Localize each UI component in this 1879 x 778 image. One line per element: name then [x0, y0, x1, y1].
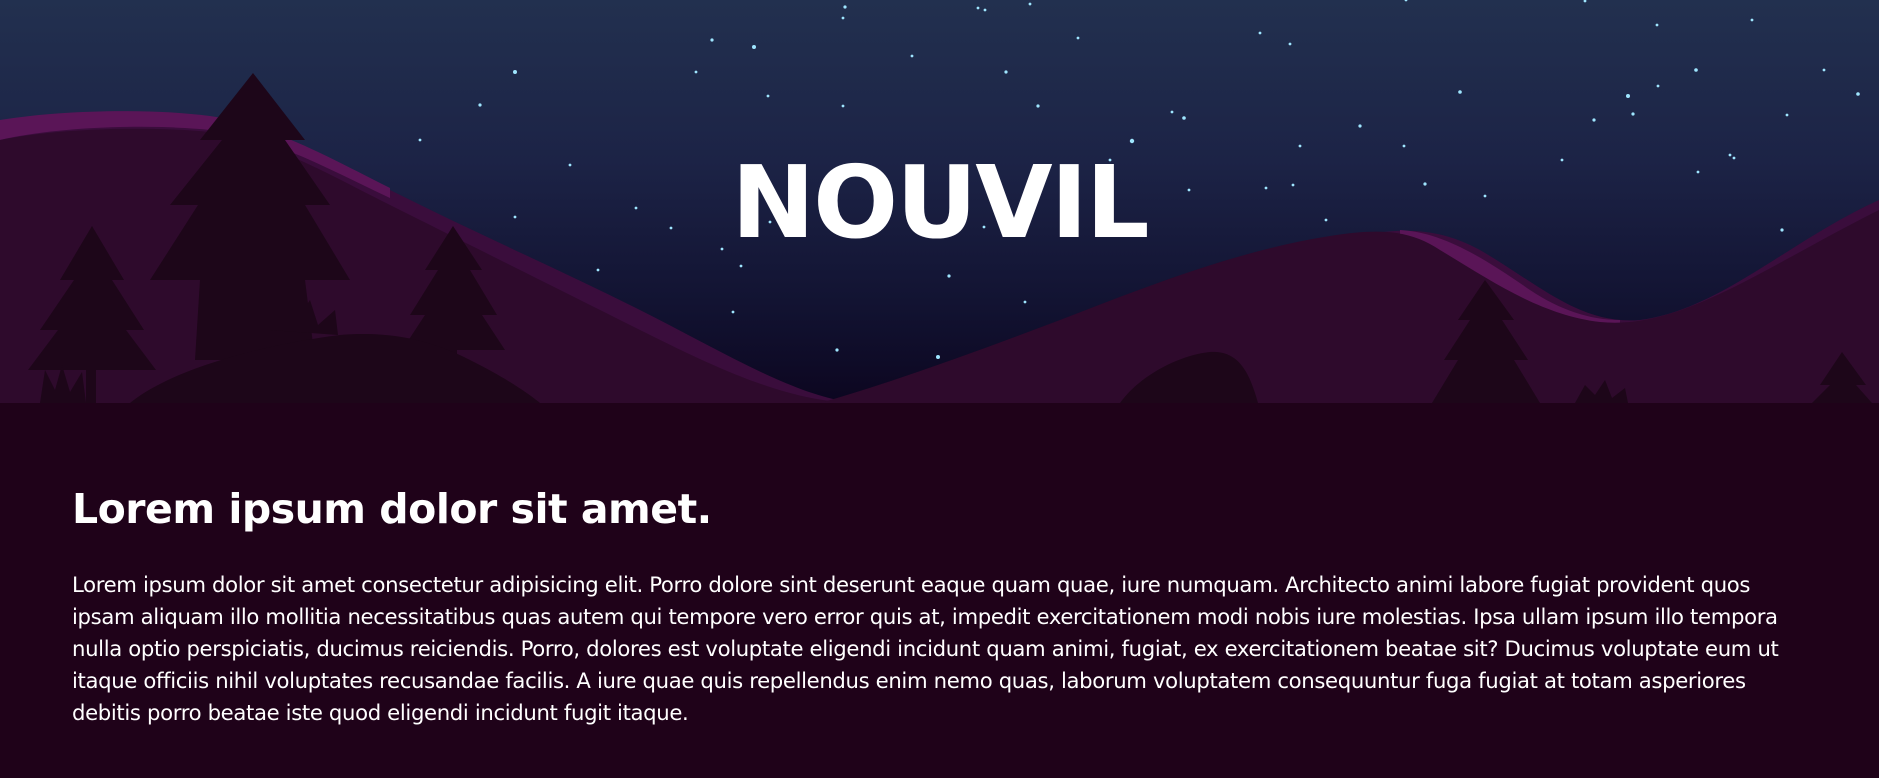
section-heading: Lorem ipsum dolor sit amet.	[72, 485, 712, 533]
section-paragraph: Lorem ipsum dolor sit amet consectetur a…	[72, 572, 1779, 725]
content-section: Lorem ipsum dolor sit amet. Lorem ipsum …	[0, 403, 1879, 778]
site-title: NOUVIL	[731, 144, 1149, 261]
hero-banner: NOUVIL	[0, 0, 1879, 403]
